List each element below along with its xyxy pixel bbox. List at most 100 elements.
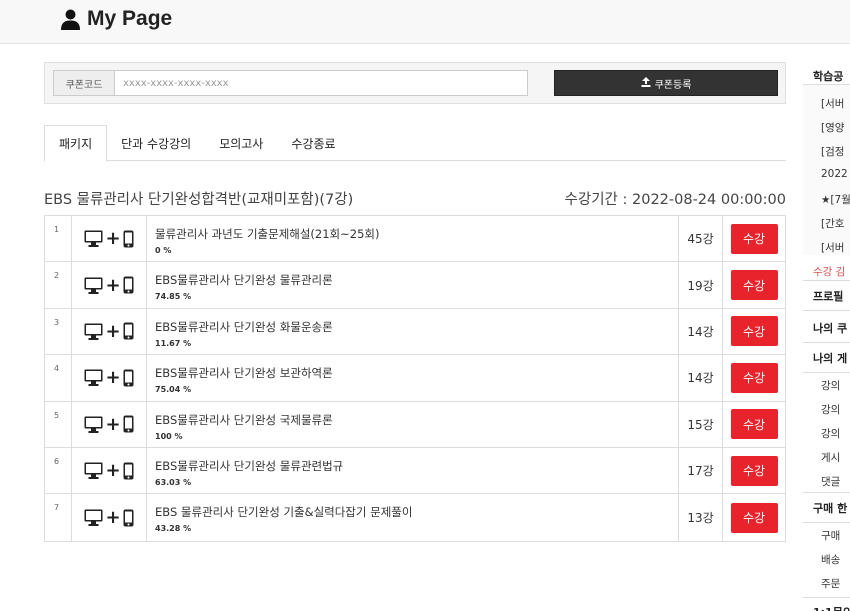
tab-single-courses[interactable]: 단과 수강강의 <box>107 125 205 161</box>
sidebar-divider <box>803 492 850 493</box>
watch-button[interactable]: 수강 <box>730 455 778 486</box>
tab-ended[interactable]: 수강종료 <box>277 125 349 161</box>
lecture-name[interactable]: EBS 물류관리사 단기완성 기출&실력다잡기 문제풀이 <box>155 504 678 520</box>
sidebar-section-title[interactable]: 학습공 <box>803 68 850 84</box>
sidebar-link[interactable]: 강의 <box>803 426 850 441</box>
device-icons: + <box>72 262 147 308</box>
sidebar-divider <box>803 310 850 311</box>
list-item: 3 + EBS물류관리사 단기완성 화물운송론 11.67 % 14강 수강 <box>45 308 785 356</box>
watch-button[interactable]: 수강 <box>730 223 778 254</box>
coupon-register-label: 쿠폰등록 <box>654 79 692 91</box>
lecture-info: EBS 물류관리사 단기완성 기출&실력다잡기 문제풀이 43.28 % <box>147 494 679 541</box>
mobile-icon <box>123 415 134 433</box>
sidebar-link[interactable]: [서버 <box>803 240 850 255</box>
lecture-action: 수강 <box>723 494 785 540</box>
sidebar-link[interactable]: 구매 <box>803 528 850 543</box>
upload-icon <box>641 76 651 90</box>
lecture-progress: 0 % <box>155 246 172 255</box>
lecture-action: 수강 <box>723 262 785 307</box>
lecture-name[interactable]: EBS물류관리사 단기완성 물류관련법규 <box>155 458 678 474</box>
sidebar: 학습공 [서버 [영양 [검정 2022 ★[7월 [간호 [서버수강 김프로필나의 쿠나의 … <box>803 60 850 611</box>
lecture-count: 13강 <box>679 494 723 541</box>
lecture-count: 17강 <box>679 447 723 494</box>
lecture-name[interactable]: EBS물류관리사 단기완성 보관하역론 <box>155 365 678 381</box>
course-title: EBS 물류관리사 단기완성합격반(교재미포함)(7강) <box>44 192 354 208</box>
lecture-action: 수강 <box>723 309 785 354</box>
sidebar-link[interactable]: 배송 <box>803 552 850 567</box>
lecture-count: 15강 <box>679 401 723 447</box>
device-icons: + <box>72 216 147 262</box>
lecture-name[interactable]: EBS물류관리사 단기완성 물류관리론 <box>155 272 678 288</box>
lecture-progress: 75.04 % <box>155 385 192 395</box>
lecture-name[interactable]: 물류관리사 과년도 기출문제해설(21회~25회) <box>155 226 678 242</box>
plus-icon: + <box>105 274 121 296</box>
sidebar-link[interactable]: 주문 <box>803 576 850 591</box>
lecture-number: 7 <box>45 494 72 541</box>
sidebar-section-title[interactable]: 나의 쿠 <box>803 320 850 336</box>
sidebar-section-title[interactable]: 구매 한 <box>803 500 850 516</box>
monitor-icon <box>84 277 103 294</box>
mobile-icon <box>123 276 134 294</box>
watch-button[interactable]: 수강 <box>730 502 778 533</box>
sidebar-section-title[interactable]: 나의 게 <box>803 350 850 366</box>
watch-button[interactable]: 수강 <box>730 409 778 440</box>
sidebar-section-title[interactable]: 프로필 <box>803 288 850 304</box>
page-title-text: My Page <box>87 7 173 30</box>
sidebar-link[interactable]: 2022 <box>803 168 850 180</box>
monitor-icon <box>84 369 103 387</box>
user-icon <box>61 9 80 30</box>
monitor-icon <box>84 416 103 433</box>
coupon-panel: 쿠폰코드 xxxx-xxxx-xxxx-xxxx 쿠폰등록 <box>44 62 786 104</box>
sidebar-link[interactable]: 게시 <box>803 450 850 465</box>
device-icons: + <box>72 447 147 494</box>
coupon-register-button[interactable]: 쿠폰등록 <box>554 70 778 96</box>
lecture-action: 수강 <box>723 216 785 261</box>
lecture-progress: 100 % <box>155 431 183 441</box>
lecture-number: 5 <box>45 401 72 447</box>
coupon-label: 쿠폰코드 <box>53 70 114 96</box>
watch-button[interactable]: 수강 <box>730 362 778 393</box>
list-item: 2 + EBS물류관리사 단기완성 물류관리론 74.85 % 19강 수강 <box>45 262 785 309</box>
lecture-number: 4 <box>45 355 72 401</box>
lecture-count: 45강 <box>679 216 723 262</box>
lecture-info: EBS물류관리사 단기완성 물류관련법규 63.03 % <box>147 447 679 494</box>
sidebar-link[interactable]: [검정 <box>803 144 850 159</box>
device-icons: + <box>72 355 147 401</box>
mobile-icon <box>123 322 134 340</box>
coupon-code-input[interactable]: xxxx-xxxx-xxxx-xxxx <box>114 70 528 96</box>
tab-mock-exam[interactable]: 모의고사 <box>205 125 277 161</box>
monitor-icon <box>84 230 103 248</box>
sidebar-link[interactable]: 댓글 <box>803 474 850 489</box>
sidebar-divider <box>803 597 850 598</box>
lecture-progress: 43.28 % <box>155 524 192 534</box>
plus-icon: + <box>105 507 121 529</box>
sidebar-link[interactable]: 강의 <box>803 402 850 417</box>
lecture-name[interactable]: EBS물류관리사 단기완성 국제물류론 <box>155 412 678 428</box>
tab-package[interactable]: 패키지 <box>44 125 108 162</box>
sidebar-link[interactable]: ★[7월 <box>803 192 850 207</box>
sidebar-link[interactable]: [간호 <box>803 216 850 231</box>
mobile-icon <box>123 230 134 248</box>
tab-bar: 패키지 단과 수강강의 모의고사 수강종료 <box>44 125 786 162</box>
sidebar-divider <box>803 342 850 343</box>
list-item: 7 + EBS 물류관리사 단기완성 기출&실력다잡기 문제풀이 43.28 %… <box>45 494 785 541</box>
lecture-number: 1 <box>45 216 72 262</box>
sidebar-divider <box>803 522 850 523</box>
lecture-progress: 74.85 % <box>155 292 192 302</box>
top-bar: My Page <box>0 0 850 44</box>
watch-button[interactable]: 수강 <box>730 270 778 301</box>
watch-button[interactable]: 수강 <box>730 316 778 347</box>
sidebar-link[interactable]: [영양 <box>803 120 850 135</box>
lecture-name[interactable]: EBS물류관리사 단기완성 화물운송론 <box>155 319 678 335</box>
sidebar-link[interactable]: 수강 김 <box>803 264 850 279</box>
sidebar-link[interactable]: [서버 <box>803 96 850 111</box>
mobile-icon <box>123 509 134 527</box>
mobile-icon <box>123 462 134 480</box>
monitor-icon <box>84 462 103 480</box>
lecture-count: 14강 <box>679 355 723 401</box>
lecture-number: 6 <box>45 447 72 494</box>
sidebar-divider <box>803 280 850 281</box>
sidebar-section-title[interactable]: 1:1문의 <box>803 604 850 611</box>
sidebar-link[interactable]: 강의 <box>803 378 850 393</box>
device-icons: + <box>72 494 147 541</box>
